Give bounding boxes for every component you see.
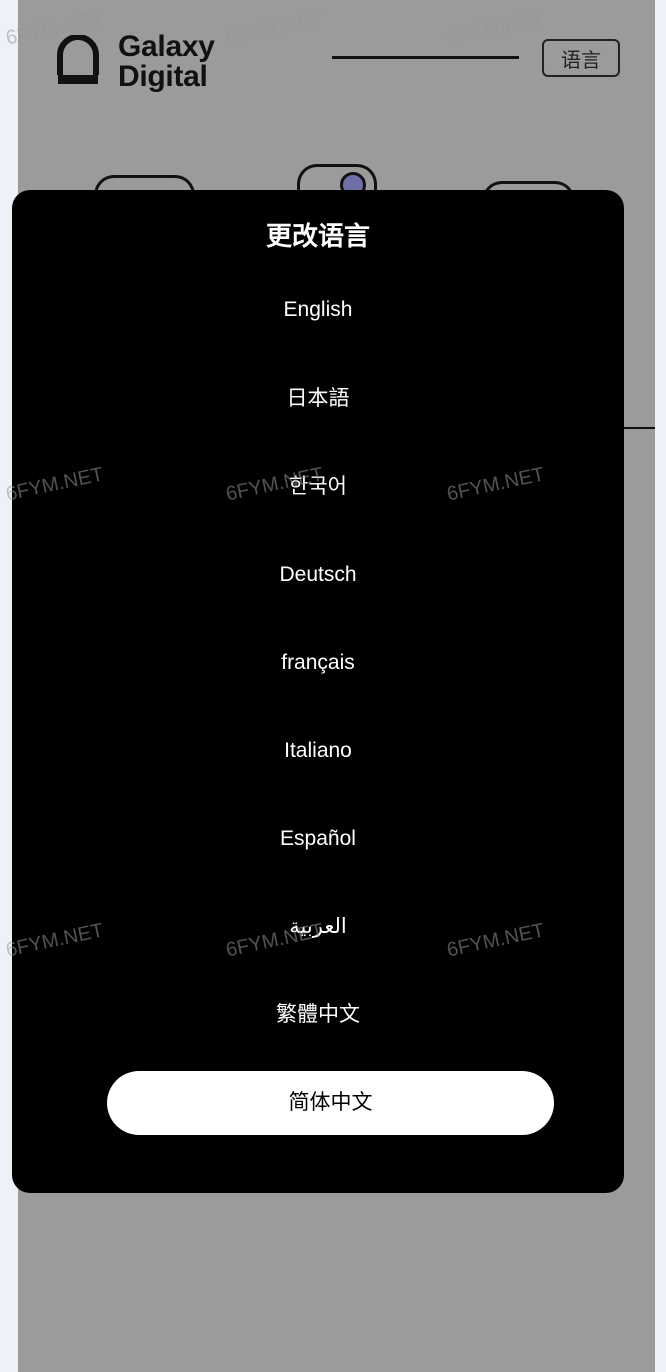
language-option-arabic[interactable]: العربية — [12, 905, 624, 949]
language-option-traditional-chinese[interactable]: 繁體中文 — [12, 993, 624, 1037]
language-option-spanish[interactable]: Español — [12, 817, 624, 861]
modal-title: 更改语言 — [265, 221, 370, 251]
language-option-simplified-chinese[interactable]: 简体中文 — [107, 1071, 554, 1135]
brand-line-2: Digital — [118, 60, 208, 93]
header-divider — [332, 56, 519, 59]
language-option-french[interactable]: français — [12, 641, 624, 685]
language-button[interactable]: 语言 — [542, 39, 620, 77]
brand-name: Galaxy Digital — [118, 32, 215, 92]
change-language-modal: 更改语言 English 日本語 한국어 Deutsch français It… — [12, 190, 624, 1193]
language-option-german[interactable]: Deutsch — [12, 553, 624, 597]
language-option-english[interactable]: English — [12, 288, 624, 332]
language-option-japanese[interactable]: 日本語 — [12, 377, 624, 421]
language-option-italian[interactable]: Italiano — [12, 729, 624, 773]
language-option-korean[interactable]: 한국어 — [12, 465, 624, 509]
galaxy-logo-icon — [57, 35, 99, 84]
brand-line-1: Galaxy — [118, 30, 215, 63]
galaxy-digital-logo[interactable]: Galaxy Digital — [52, 32, 215, 92]
